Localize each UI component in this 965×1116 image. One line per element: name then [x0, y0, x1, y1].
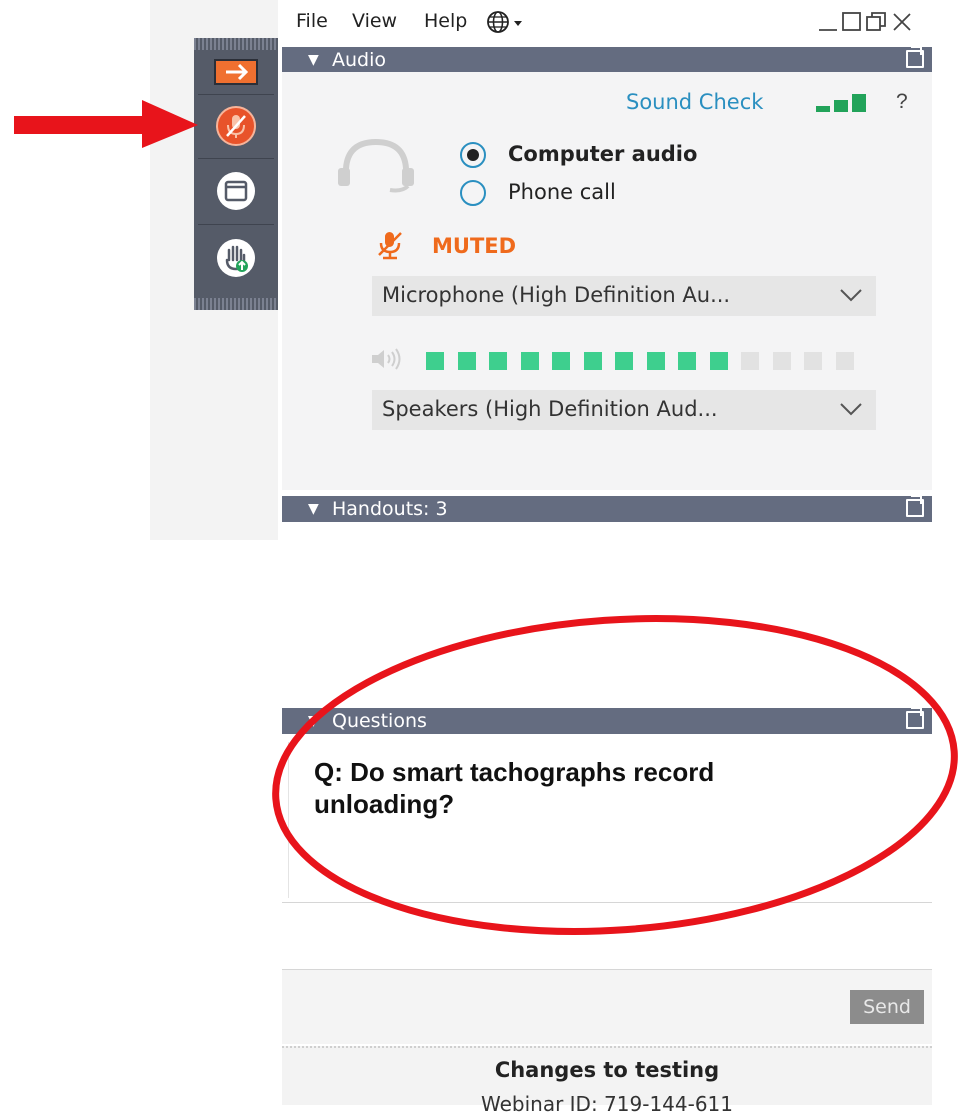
collapse-triangle-icon: ▼: [308, 501, 319, 517]
send-button[interactable]: Send: [850, 990, 924, 1024]
level-segment-active: [552, 352, 570, 370]
webinar-id: Webinar ID: 719-144-611: [480, 1092, 734, 1116]
webinar-title: Changes to testing: [494, 1058, 720, 1082]
speakers-select[interactable]: Speakers (High Definition Aud...: [372, 390, 876, 430]
level-segment-active: [489, 352, 507, 370]
strip-divider: [198, 224, 274, 225]
level-segment-active: [709, 352, 728, 370]
raise-hand-button[interactable]: [194, 226, 278, 290]
popout-icon[interactable]: [906, 495, 924, 517]
collapse-button[interactable]: [194, 54, 278, 90]
screen-button[interactable]: [194, 160, 278, 222]
raise-hand-icon: [217, 239, 255, 277]
chevron-down-icon: [838, 396, 864, 427]
handouts-panel-title: Handouts: 3: [332, 498, 448, 520]
level-segment-inactive: [741, 352, 759, 370]
level-segment-active: [646, 352, 665, 370]
level-segment-active: [457, 352, 476, 370]
strip-divider: [198, 94, 274, 95]
strip-bottom-grip: [194, 298, 278, 310]
screen-icon: [217, 172, 255, 210]
level-segment-active: [426, 352, 444, 370]
audio-panel: Sound Check ? Computer audio Phone call …: [282, 72, 932, 490]
level-segment-inactive: [835, 352, 854, 370]
webinar-footer: Changes to testing Webinar ID: 719-144-6…: [282, 1046, 932, 1116]
mute-button[interactable]: [194, 96, 278, 156]
level-segment-inactive: [804, 352, 822, 370]
handouts-panel-header[interactable]: ▼ Handouts: 3: [282, 495, 932, 522]
control-strip: [194, 38, 278, 310]
red-arrow-annotation: [14, 100, 198, 148]
strip-divider: [198, 158, 274, 159]
level-segment-active: [583, 352, 602, 370]
microphone-muted-icon: [216, 106, 256, 146]
speakers-select-value: Speakers (High Definition Aud...: [382, 397, 718, 421]
collapse-arrow-icon: [214, 59, 258, 85]
level-segment-active: [615, 352, 633, 370]
speaker-level-meter: [282, 0, 932, 400]
level-segment-active: [520, 352, 539, 370]
question-compose-area: [282, 970, 932, 1044]
level-segment-inactive: [772, 352, 791, 370]
level-segment-active: [678, 352, 696, 370]
red-ellipse-annotation: [272, 615, 958, 935]
strip-top-grip: [194, 38, 278, 50]
